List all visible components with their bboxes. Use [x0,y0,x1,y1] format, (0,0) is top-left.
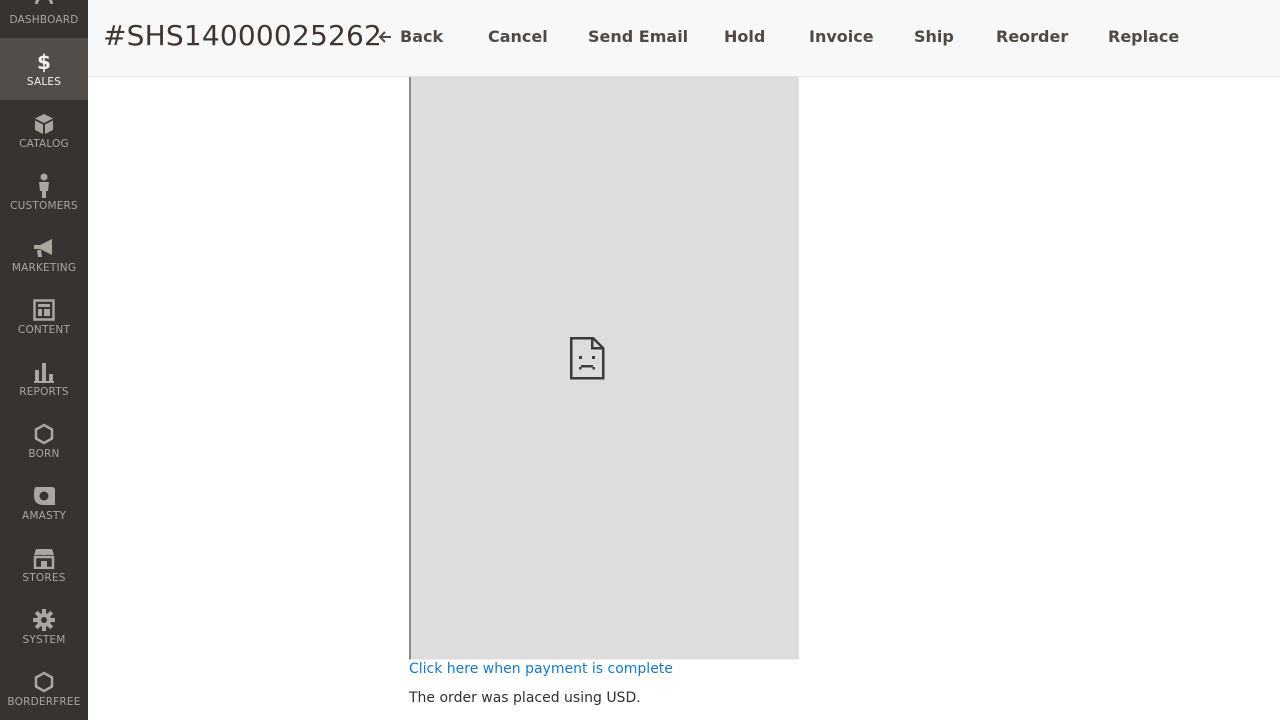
gear-icon [0,608,88,632]
storefront-icon [0,546,88,570]
sidebar-item-system[interactable]: SYSTEM [0,596,88,658]
admin-sidebar: DASHBOARD $ SALES CATALOG CUSTOMERS MARK… [0,0,88,720]
sidebar-item-reports[interactable]: REPORTS [0,348,88,410]
amasty-logo-icon [0,484,88,508]
sidebar-item-label: BORN [28,448,60,460]
sidebar-item-label: AMASTY [21,510,67,522]
arrow-left-icon [378,30,392,44]
sidebar-item-label: REPORTS [19,386,69,398]
sidebar-item-label: CUSTOMERS [10,200,78,212]
invoice-button[interactable]: Invoice [809,27,874,46]
replace-button[interactable]: Replace [1108,27,1179,46]
send-email-button[interactable]: Send Email [588,27,688,46]
dollar-icon: $ [0,50,88,74]
person-icon [0,173,88,198]
cancel-button[interactable]: Cancel [488,27,548,46]
sidebar-item-label: STORES [22,572,66,584]
reorder-button[interactable]: Reorder [996,27,1068,46]
layout-icon [0,298,88,322]
sidebar-item-catalog[interactable]: CATALOG [0,100,88,162]
sidebar-item-label: SALES [26,76,62,88]
ship-button[interactable]: Ship [914,27,954,46]
back-button-label: Back [400,27,444,46]
send-email-button-label: Send Email [588,27,689,46]
replace-button-label: Replace [1108,27,1180,46]
sidebar-item-borderfree[interactable]: BORDERFREE [0,658,88,720]
hold-button[interactable]: Hold [724,27,765,46]
cancel-button-label: Cancel [488,27,548,46]
sidebar-item-sales[interactable]: $ SALES [0,38,88,100]
cube-icon [0,112,88,136]
sidebar-item-label: DASHBOARD [9,14,79,26]
invoice-button-label: Invoice [809,27,874,46]
sidebar-item-content[interactable]: CONTENT [0,286,88,348]
svg-text:$: $ [37,50,51,74]
page-title: #SHS14000025262 [103,19,383,52]
sidebar-item-label: MARKETING [11,262,77,274]
dashboard-icon [0,0,88,12]
sidebar-item-label: BORDERFREE [7,696,81,708]
hexagon-icon [0,422,88,446]
back-button[interactable]: Back [378,27,443,46]
sidebar-item-dashboard[interactable]: DASHBOARD [0,0,88,38]
sidebar-item-label: CONTENT [17,324,71,336]
sidebar-item-amasty[interactable]: AMASTY [0,472,88,534]
ship-button-label: Ship [914,27,954,46]
sidebar-item-customers[interactable]: CUSTOMERS [0,162,88,224]
payment-iframe[interactable] [409,77,799,660]
hold-button-label: Hold [724,27,766,46]
sidebar-item-label: SYSTEM [22,634,66,646]
bar-chart-icon [0,360,88,384]
broken-page-icon [569,336,605,384]
sidebar-item-marketing[interactable]: MARKETING [0,224,88,286]
sidebar-item-stores[interactable]: STORES [0,534,88,596]
reorder-button-label: Reorder [996,27,1069,46]
sidebar-item-label: CATALOG [19,138,69,150]
currency-note: The order was placed using USD. [409,690,641,706]
megaphone-icon [0,236,88,260]
sidebar-item-born[interactable]: BORN [0,410,88,472]
page-header: #SHS14000025262 Back Cancel Send Email H… [88,0,1280,77]
payment-complete-link[interactable]: Click here when payment is complete [409,661,673,677]
hexagon-icon [0,670,88,694]
